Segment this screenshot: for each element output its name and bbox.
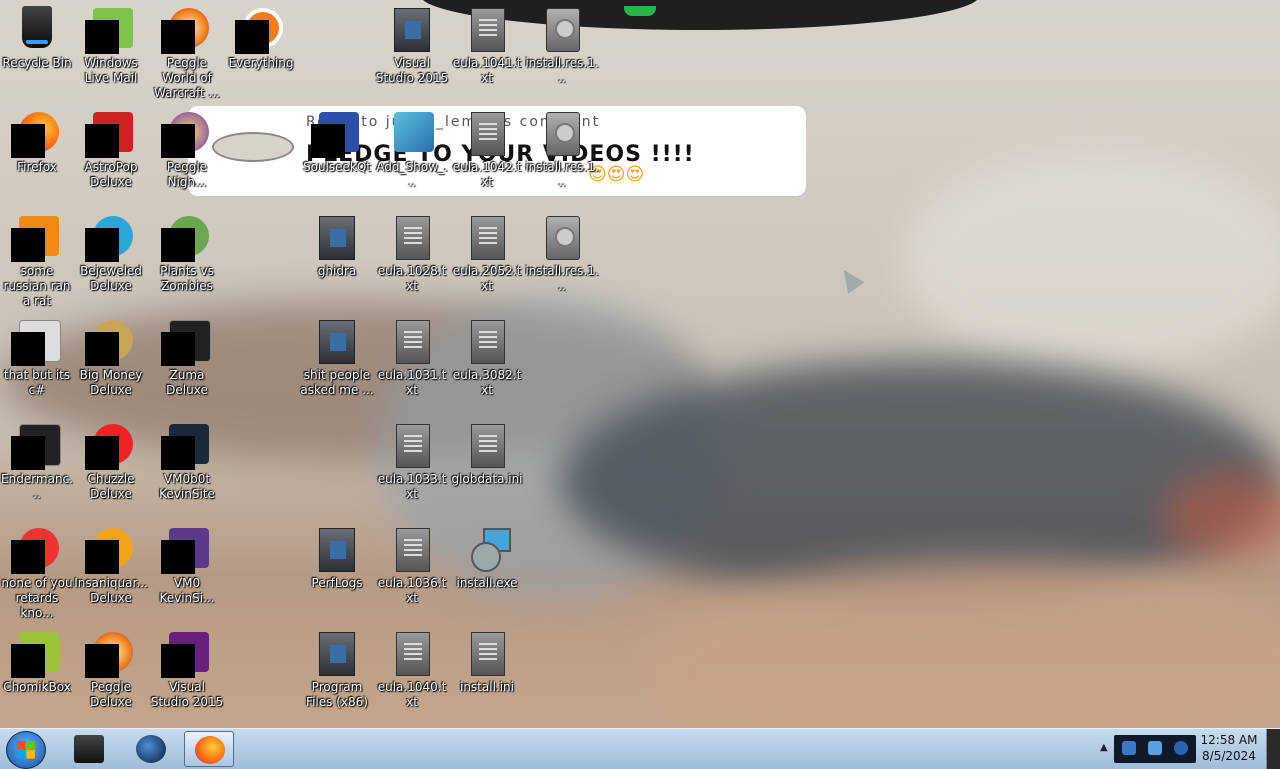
- folder-icon: [394, 8, 430, 52]
- mouse-cursor-icon: [835, 264, 865, 294]
- desktop-icon-install-ini[interactable]: install.ini: [450, 626, 524, 695]
- desktop-icon-eula-1033[interactable]: eula.1033.txt: [375, 418, 449, 502]
- desktop-icon-astropop[interactable]: AstroPop Deluxe: [74, 106, 148, 190]
- desktop-icon-ghidra[interactable]: ghidra: [300, 210, 374, 279]
- volume-icon[interactable]: [1174, 741, 1188, 755]
- text-file-icon: [471, 216, 505, 260]
- text-file-icon: [471, 8, 505, 52]
- globe-icon: [136, 735, 166, 763]
- folder-icon: [319, 528, 355, 572]
- desktop-icon-globdata-ini[interactable]: globdata.ini: [450, 418, 524, 487]
- text-file-icon: [396, 320, 430, 364]
- desktop-icon-windows-live-mail[interactable]: Windows Live Mail: [74, 2, 148, 86]
- desktop-icon-install-res-3[interactable]: install.res.1...: [525, 210, 599, 294]
- taskbar-globe[interactable]: [126, 731, 176, 767]
- show-desktop-button[interactable]: [1266, 729, 1280, 769]
- tray-expand-icon[interactable]: ▲: [1100, 742, 1108, 753]
- settings-file-icon: [471, 424, 505, 468]
- text-file-icon: [471, 320, 505, 364]
- windows-logo-icon: [17, 741, 35, 759]
- desktop-icon-chomikbox[interactable]: ChomikBox: [0, 626, 74, 695]
- desktop-icon-shit-people-asked[interactable]: shit people asked me ...: [300, 314, 374, 398]
- avatar: [212, 132, 294, 162]
- desktop-icon-big-money[interactable]: Big Money Deluxe: [74, 314, 148, 398]
- desktop-icon-visual-studio-app[interactable]: Visual Studio 2015: [150, 626, 224, 710]
- resource-file-icon: [546, 216, 580, 260]
- desktop-icon-recycle-bin[interactable]: Recycle Bin: [0, 2, 74, 71]
- desktop-icon-insaniquarium[interactable]: Insaniquar... Deluxe: [74, 522, 148, 606]
- folder-icon: [319, 632, 355, 676]
- installer-icon: [469, 528, 511, 572]
- desktop-icon-plants-vs-zombies[interactable]: Plants vs Zombies: [150, 210, 224, 294]
- text-file-icon: [396, 216, 430, 260]
- taskbar-file-explorer[interactable]: [64, 731, 114, 767]
- desktop-icon-peggle-nights[interactable]: Peggle Nigh...: [150, 106, 224, 190]
- desktop-icon-that-but-its-csharp[interactable]: that but its c#: [0, 314, 74, 398]
- desktop-icon-everything[interactable]: Everything: [224, 2, 298, 71]
- desktop-icon-vm0-kevinsite[interactable]: VM0 KevinSi...: [150, 522, 224, 606]
- settings-file-icon: [471, 632, 505, 676]
- desktop-icon-none-of-you[interactable]: none of you retards kno...: [0, 522, 74, 621]
- start-button[interactable]: [6, 731, 46, 769]
- resource-file-icon: [546, 8, 580, 52]
- taskbar-firefox[interactable]: [184, 731, 234, 767]
- desktop-icon-install-exe[interactable]: install.exe: [450, 522, 524, 591]
- desktop-icon-add-show[interactable]: Add_Show_...: [375, 106, 449, 190]
- desktop-icon-eula-1040[interactable]: eula.1040.txt: [375, 626, 449, 710]
- folder-icon: [319, 320, 355, 364]
- desktop-icon-eula-1041[interactable]: eula.1041.txt: [450, 2, 524, 86]
- desktop-icon-zuma[interactable]: Zuma Deluxe: [150, 314, 224, 398]
- text-file-icon: [396, 632, 430, 676]
- network-icon[interactable]: [1148, 741, 1162, 755]
- desktop-icon-program-files-x86[interactable]: Program Files (x86): [300, 626, 374, 710]
- desktop-icon-peggle-deluxe[interactable]: Peggle Deluxe: [74, 626, 148, 710]
- taskbar-clock[interactable]: 12:58 AM 8/5/2024: [1196, 732, 1262, 764]
- desktop-icon-vm0b0t[interactable]: VM0b0t KevinSite: [150, 418, 224, 502]
- desktop-icon-eula-1036[interactable]: eula.1036.txt: [375, 522, 449, 606]
- folder-icon: [319, 216, 355, 260]
- desktop-icon-eula-1042[interactable]: eula.1042.txt: [450, 106, 524, 190]
- desktop-icon-eula-1031[interactable]: eula.1031.txt: [375, 314, 449, 398]
- resource-file-icon: [546, 112, 580, 156]
- text-file-icon: [396, 528, 430, 572]
- desktop-icon-install-res-1[interactable]: install.res.1...: [525, 2, 599, 86]
- desktop-icon-eula-3082[interactable]: eula.3082.txt: [450, 314, 524, 398]
- desktop-icon-soulseekqt[interactable]: SoulseekQt: [300, 106, 374, 175]
- recycle-bin-icon: [22, 6, 52, 48]
- desktop-icon-visual-studio-folder[interactable]: Visual Studio 2015: [375, 2, 449, 86]
- desktop-icon-endermanch[interactable]: Endermanc...: [0, 418, 74, 502]
- clock-date: 8/5/2024: [1202, 749, 1256, 763]
- desktop-icon-eula-1028[interactable]: eula.1028.txt: [375, 210, 449, 294]
- desktop-icon-eula-2052[interactable]: eula.2052.txt: [450, 210, 524, 294]
- file-explorer-icon: [74, 735, 104, 763]
- desktop-icon-some-russian[interactable]: some russian ran a rat: [0, 210, 74, 309]
- registry-file-icon: [394, 112, 434, 152]
- clock-time: 12:58 AM: [1200, 733, 1258, 747]
- firefox-icon: [195, 736, 225, 764]
- taskbar: ▲ 12:58 AM 8/5/2024: [0, 728, 1280, 769]
- text-file-icon: [471, 112, 505, 156]
- desktop-icon-firefox[interactable]: Firefox: [0, 106, 74, 175]
- text-file-icon: [396, 424, 430, 468]
- desktop-icon-install-res-2[interactable]: install.res.1...: [525, 106, 599, 190]
- desktop-icon-bejeweled[interactable]: Bejeweled Deluxe: [74, 210, 148, 294]
- desktop-icon-peggle-wow[interactable]: Peggle World of Warcraft ...: [150, 2, 224, 101]
- desktop-icon-chuzzle[interactable]: Chuzzle Deluxe: [74, 418, 148, 502]
- tray-app-icon[interactable]: [1122, 741, 1136, 755]
- desktop-icon-perflogs[interactable]: PerfLogs: [300, 522, 374, 591]
- system-tray[interactable]: [1114, 735, 1196, 763]
